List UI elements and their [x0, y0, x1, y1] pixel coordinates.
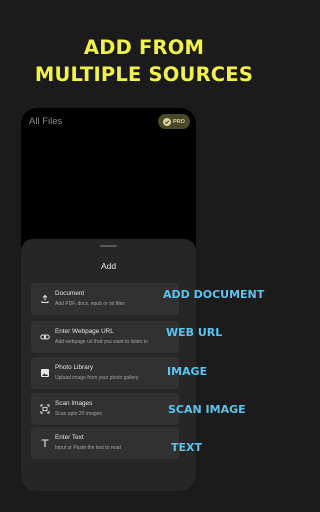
- headline-line-2: MULTIPLE SOURCES: [34, 63, 254, 86]
- option-title: Enter Text: [55, 434, 84, 441]
- app-header: All Files PRO: [21, 108, 196, 136]
- text-icon: [39, 437, 50, 448]
- option-subtitle: Upload image from your photo gallery: [55, 375, 139, 381]
- option-subtitle: Add PDF, docx, epub or txt files: [55, 301, 125, 307]
- option-title: Document: [55, 290, 85, 297]
- scan-icon: [39, 403, 50, 414]
- link-icon: [39, 331, 50, 342]
- callout-add-document: ADD DOCUMENT: [163, 288, 265, 301]
- callout-text: TEXT: [171, 441, 203, 454]
- option-title: Scan Images: [55, 400, 93, 407]
- headline-line-1: ADD FROM: [83, 36, 205, 59]
- option-subtitle: Scan upto 20 images: [55, 411, 102, 417]
- check-icon: [163, 117, 172, 126]
- callout-image: IMAGE: [167, 365, 208, 378]
- page-title: All Files: [29, 116, 63, 127]
- sheet-grabber[interactable]: [100, 245, 117, 247]
- option-title: Photo Library: [55, 364, 94, 371]
- option-enter-text[interactable]: Enter Text Input or Paste the text to re…: [31, 427, 179, 459]
- option-subtitle: Input or Paste the text to read: [55, 445, 121, 451]
- image-icon: [39, 367, 50, 378]
- option-subtitle: Add webpage url that you want to listen …: [55, 339, 148, 345]
- option-photo-library[interactable]: Photo Library Upload image from your pho…: [31, 357, 179, 389]
- pro-badge[interactable]: PRO: [158, 114, 190, 129]
- option-webpage-url[interactable]: Enter Webpage URL Add webpage url that y…: [31, 321, 179, 353]
- option-document[interactable]: Document Add PDF, docx, epub or txt file…: [31, 283, 179, 315]
- pro-badge-label: PRO: [173, 118, 185, 125]
- upload-icon: [39, 293, 50, 304]
- callout-scan-image: SCAN IMAGE: [168, 403, 246, 416]
- option-scan-images[interactable]: Scan Images Scan upto 20 images: [31, 393, 179, 425]
- option-title: Enter Webpage URL: [55, 328, 114, 335]
- callout-web-url: WEB URL: [166, 326, 223, 339]
- sheet-title: Add: [100, 261, 117, 271]
- headline: ADD FROM MULTIPLE SOURCES: [0, 34, 288, 88]
